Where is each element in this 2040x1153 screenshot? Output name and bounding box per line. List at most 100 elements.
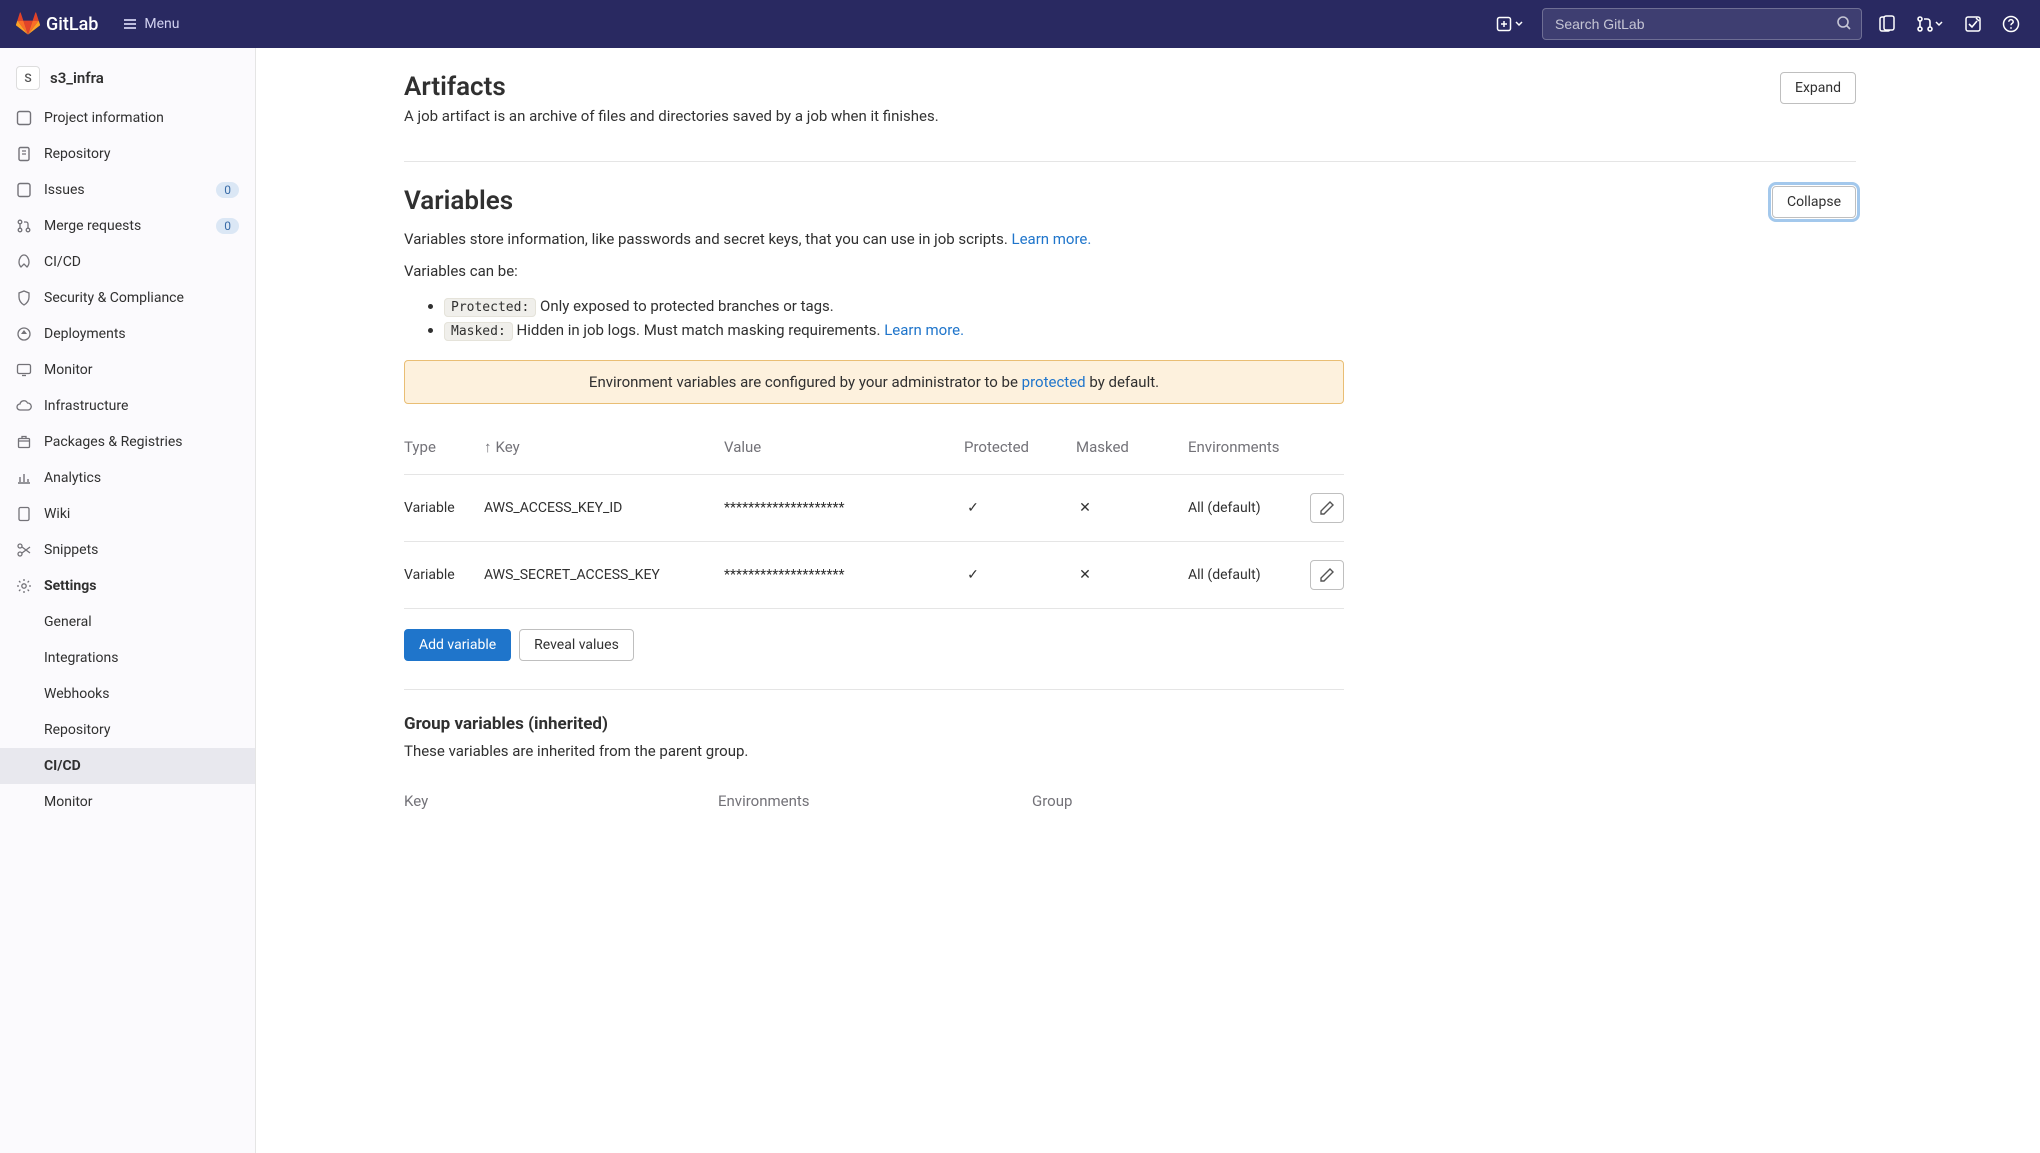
- sidebar-item-settings[interactable]: Settings: [0, 568, 255, 604]
- sidebar-item-packages[interactable]: Packages & Registries: [0, 424, 255, 460]
- sidebar-item-issues[interactable]: Issues0: [0, 172, 255, 208]
- menu-button[interactable]: Menu: [114, 12, 187, 36]
- expand-artifacts-button[interactable]: Expand: [1780, 72, 1856, 104]
- var-value: ********************: [724, 500, 964, 516]
- project-header[interactable]: S s3_infra: [0, 56, 255, 100]
- help-shortcut[interactable]: [1998, 11, 2024, 37]
- chevron-down-icon: [1514, 19, 1524, 29]
- package-icon: [16, 434, 32, 450]
- sidebar-item-wiki[interactable]: Wiki: [0, 496, 255, 532]
- var-key: AWS_ACCESS_KEY_ID: [484, 500, 724, 516]
- cloud-icon: [16, 398, 32, 414]
- settings-sub-monitor[interactable]: Monitor: [0, 784, 255, 820]
- sidebar-item-deployments[interactable]: Deployments: [0, 316, 255, 352]
- top-navbar: GitLab Menu: [0, 0, 2040, 48]
- col-value[interactable]: Value: [724, 438, 964, 456]
- tanuki-icon: [16, 12, 40, 36]
- sidebar-item-label: Project information: [44, 110, 164, 126]
- rocket-icon: [16, 254, 32, 270]
- sidebar-item-label: Snippets: [44, 542, 98, 558]
- sidebar-item-merge-requests[interactable]: Merge requests 0: [0, 208, 255, 244]
- plus-square-icon: [1496, 16, 1512, 32]
- sidebar-sub-label: Monitor: [44, 794, 93, 810]
- merge-request-icon: [16, 218, 32, 234]
- chevron-down-icon: [1934, 19, 1944, 29]
- issues-shortcut[interactable]: [1874, 11, 1900, 37]
- variable-row: Variable AWS_SECRET_ACCESS_KEY *********…: [404, 542, 1344, 609]
- sidebar-item-cicd[interactable]: CI/CD: [0, 244, 255, 280]
- sidebar-item-security[interactable]: Security & Compliance: [0, 280, 255, 316]
- settings-sub-integrations[interactable]: Integrations: [0, 640, 255, 676]
- issues-icon: [16, 182, 32, 198]
- collapse-variables-button[interactable]: Collapse: [1772, 186, 1856, 218]
- settings-sub-cicd[interactable]: CI/CD: [0, 748, 255, 784]
- variable-actions: Add variable Reveal values: [404, 629, 1856, 661]
- hamburger-icon: [122, 16, 138, 32]
- sidebar-item-label: Infrastructure: [44, 398, 128, 414]
- pencil-icon: [1319, 567, 1335, 583]
- merge-requests-shortcut[interactable]: [1912, 11, 1948, 37]
- sidebar-item-label: Analytics: [44, 470, 101, 486]
- col-protected[interactable]: Protected: [964, 438, 1076, 456]
- col-group[interactable]: Group: [1032, 792, 1344, 810]
- search-wrapper: [1542, 8, 1862, 40]
- col-masked[interactable]: Masked: [1076, 438, 1188, 456]
- masked-code: Masked:: [444, 322, 513, 341]
- var-masked: ✕: [1076, 500, 1188, 516]
- sidebar-item-infrastructure[interactable]: Infrastructure: [0, 388, 255, 424]
- settings-sub-repository[interactable]: Repository: [0, 712, 255, 748]
- issues-badge: 0: [216, 182, 239, 198]
- sidebar-item-label: Merge requests: [44, 218, 141, 234]
- sidebar-item-label: Deployments: [44, 326, 126, 342]
- artifacts-title: Artifacts: [404, 72, 939, 103]
- var-value: ********************: [724, 567, 964, 583]
- edit-variable-button[interactable]: [1310, 493, 1344, 523]
- col-environments[interactable]: Environments: [1188, 438, 1300, 456]
- variables-can-be-label: Variables can be:: [404, 262, 1856, 280]
- x-icon: ✕: [1076, 567, 1094, 583]
- edit-variable-button[interactable]: [1310, 560, 1344, 590]
- sidebar-sub-label: Webhooks: [44, 686, 110, 702]
- sidebar-item-label: Monitor: [44, 362, 93, 378]
- reveal-values-button[interactable]: Reveal values: [519, 629, 634, 661]
- sidebar-item-project-information[interactable]: Project information: [0, 100, 255, 136]
- mr-badge: 0: [216, 218, 239, 234]
- variables-bullet-list: Protected: Only exposed to protected bra…: [444, 294, 1856, 342]
- info-icon: [16, 110, 32, 126]
- var-protected: ✓: [964, 567, 1076, 583]
- var-type: Variable: [404, 567, 484, 583]
- create-new-button[interactable]: [1490, 12, 1530, 36]
- col-key[interactable]: Key: [404, 792, 718, 810]
- learn-more-masking-link[interactable]: Learn more.: [884, 321, 964, 339]
- settings-sub-webhooks[interactable]: Webhooks: [0, 676, 255, 712]
- project-name: s3_infra: [50, 69, 104, 87]
- check-icon: ✓: [964, 500, 982, 516]
- sidebar-item-snippets[interactable]: Snippets: [0, 532, 255, 568]
- sidebar-item-label: Settings: [44, 578, 96, 594]
- variable-row: Variable AWS_ACCESS_KEY_ID *************…: [404, 475, 1344, 542]
- variables-section: Variables Collapse Variables store infor…: [404, 162, 1856, 844]
- col-type[interactable]: Type: [404, 438, 484, 456]
- sidebar-item-monitor[interactable]: Monitor: [0, 352, 255, 388]
- protected-link[interactable]: protected: [1022, 373, 1086, 391]
- todos-shortcut[interactable]: [1960, 11, 1986, 37]
- settings-sub-general[interactable]: General: [0, 604, 255, 640]
- var-masked: ✕: [1076, 567, 1188, 583]
- col-key[interactable]: ↑Key: [484, 438, 724, 456]
- list-item: Masked: Hidden in job logs. Must match m…: [444, 318, 1856, 342]
- gitlab-logo[interactable]: GitLab: [16, 12, 98, 36]
- learn-more-link[interactable]: Learn more.: [1012, 230, 1092, 248]
- artifacts-section: Artifacts A job artifact is an archive o…: [404, 72, 1856, 161]
- col-environments[interactable]: Environments: [718, 792, 1032, 810]
- variables-description: Variables store information, like passwo…: [404, 230, 1856, 248]
- protected-code: Protected:: [444, 298, 536, 317]
- sidebar-item-analytics[interactable]: Analytics: [0, 460, 255, 496]
- sort-arrow-icon: ↑: [484, 438, 492, 456]
- sidebar-item-repository[interactable]: Repository: [0, 136, 255, 172]
- add-variable-button[interactable]: Add variable: [404, 629, 511, 661]
- monitor-icon: [16, 362, 32, 378]
- main-content: Artifacts A job artifact is an archive o…: [256, 48, 1896, 1153]
- project-avatar: S: [16, 66, 40, 90]
- sidebar-item-label: Packages & Registries: [44, 434, 183, 450]
- search-input[interactable]: [1542, 8, 1862, 40]
